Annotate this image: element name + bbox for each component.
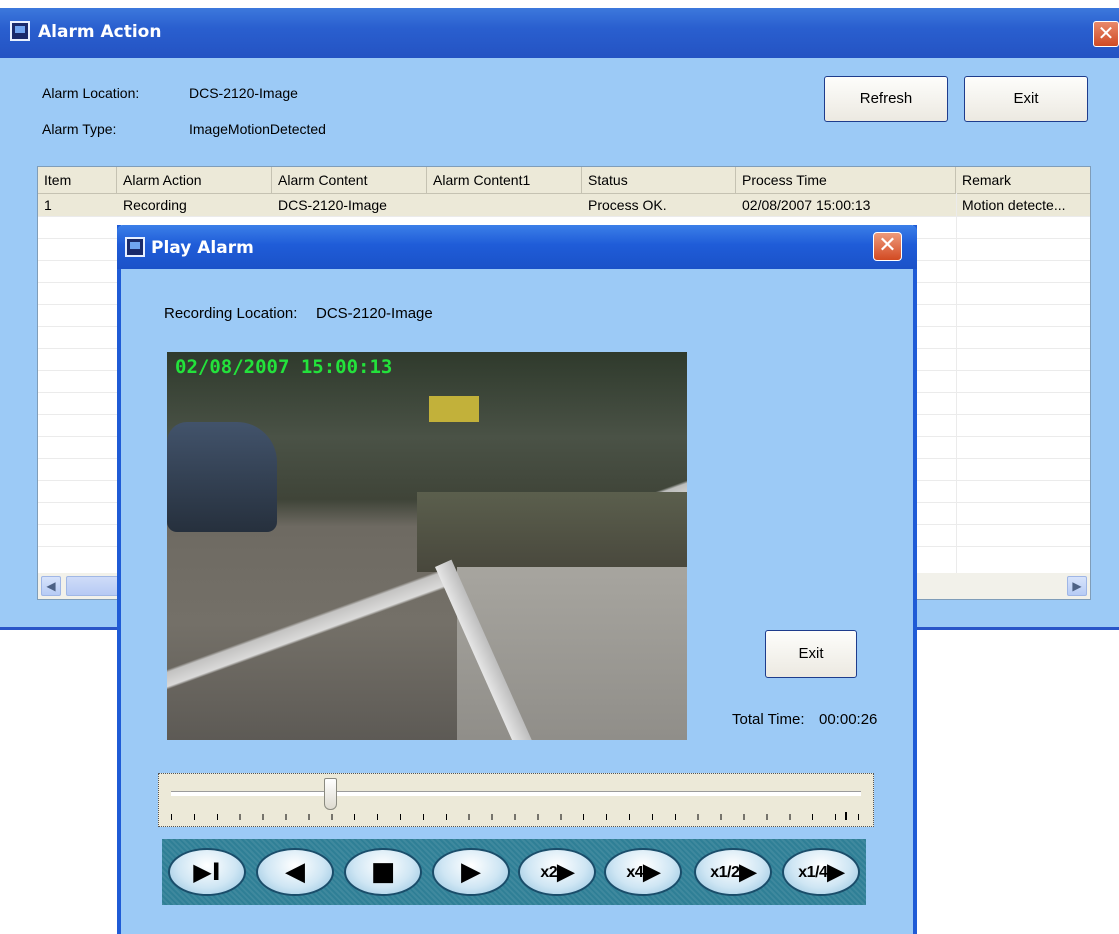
play-button[interactable]: ▶ [432,848,510,896]
play-arrow-icon: ▶ [557,859,574,884]
speed-half-label: x1/2 [710,864,740,881]
table-row[interactable]: 1 Recording DCS-2120-Image Process OK. 0… [38,194,1090,216]
video-timestamp: 02/08/2007 15:00:13 [175,356,393,378]
play-arrow-icon: ▶ [827,859,844,884]
total-time-label: Total Time: [732,711,805,728]
window-app-icon [125,237,145,257]
speed-half-button[interactable]: x1/2▶ [694,848,772,896]
speed-quarter-label: x1/4 [798,864,828,881]
play-arrow-icon: ▶ [643,859,660,884]
exit-button[interactable]: Exit [765,630,857,678]
speed-x2-button[interactable]: x2▶ [518,848,596,896]
speed-x4-label: x4 [626,864,644,881]
cell-item: 1 [44,197,52,213]
speed-quarter-button[interactable]: x1/4▶ [782,848,860,896]
cell-remark: Motion detecte... [962,197,1066,213]
column-header-alarm-content[interactable]: Alarm Content [272,167,427,193]
stop-button[interactable]: ■ [344,848,422,896]
step-forward-button[interactable]: ▶I [168,848,246,896]
speed-x2-label: x2 [540,864,558,881]
column-divider [956,193,957,573]
play-alarm-titlebar[interactable]: Play Alarm ✕ [117,225,917,269]
video-scene-sign [429,396,479,422]
cell-alarm-content: DCS-2120-Image [278,197,387,213]
close-icon[interactable]: ✕ [1093,21,1119,47]
playback-slider[interactable] [158,773,874,827]
cell-process-time: 02/08/2007 15:00:13 [742,197,871,213]
cell-status: Process OK. [588,197,667,213]
slider-ticks [171,814,861,820]
refresh-button[interactable]: Refresh [824,76,948,122]
cell-alarm-action: Recording [123,197,187,213]
slider-track [171,791,861,796]
column-header-status[interactable]: Status [582,167,736,193]
speed-x4-button[interactable]: x4▶ [604,848,682,896]
alarm-action-titlebar[interactable]: Alarm Action ✕ [0,8,1119,58]
window-title: Alarm Action [38,22,162,42]
playback-controls: ▶I ◀ ■ ▶ x2▶ x4▶ x1/2▶ x1/4▶ [162,839,866,905]
recording-location-value: DCS-2120-Image [316,305,433,322]
video-playback[interactable]: 02/08/2007 15:00:13 [167,352,687,740]
alarm-location-value: DCS-2120-Image [189,85,298,101]
column-header-item[interactable]: Item [38,167,117,193]
window-title: Play Alarm [151,238,254,258]
column-header-alarm-content1[interactable]: Alarm Content1 [427,167,582,193]
column-header-process-time[interactable]: Process Time [736,167,956,193]
reverse-play-button[interactable]: ◀ [256,848,334,896]
video-scene-bushes [417,492,687,572]
recording-location-label: Recording Location: [164,305,298,322]
window-app-icon [10,21,30,41]
play-arrow-icon: ▶ [739,859,756,884]
row-divider [38,216,1090,217]
alarm-type-value: ImageMotionDetected [189,121,326,137]
column-header-alarm-action[interactable]: Alarm Action [117,167,272,193]
total-time-value: 00:00:26 [819,711,878,728]
scroll-left-icon[interactable]: ◀ [41,576,61,596]
exit-button[interactable]: Exit [964,76,1088,122]
slider-thumb[interactable] [323,778,337,810]
scroll-right-icon[interactable]: ▶ [1067,576,1087,596]
column-header-remark[interactable]: Remark [956,167,1090,193]
close-icon[interactable]: ✕ [873,232,902,261]
video-scene-car [167,422,277,532]
alarm-location-label: Alarm Location: [42,85,140,101]
play-alarm-window: Play Alarm ✕ Recording Location: DCS-212… [117,225,917,934]
slider-tick-end [845,812,847,820]
alarm-list-header: Item Alarm Action Alarm Content Alarm Co… [38,167,1090,194]
alarm-type-label: Alarm Type: [42,121,117,137]
